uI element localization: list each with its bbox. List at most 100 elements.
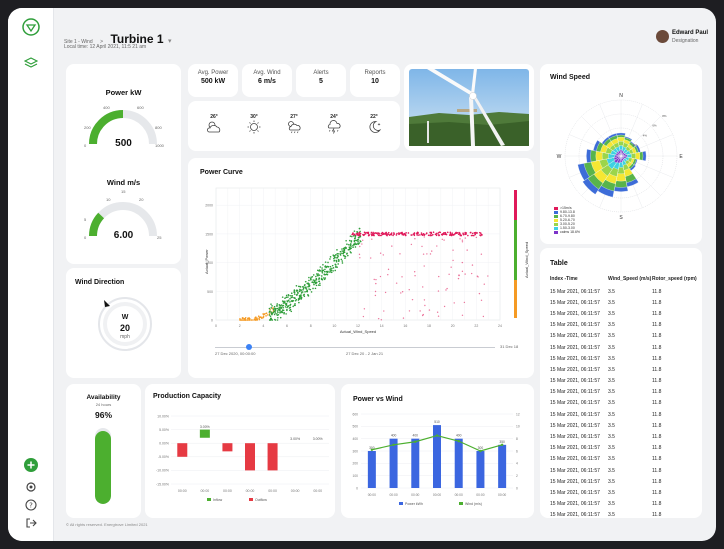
table-row[interactable]: 15 Mar 2021, 06:11:57 3.5 11.8 [550, 510, 698, 521]
scatter-point [358, 242, 361, 244]
scatter-point [455, 231, 457, 234]
table-row[interactable]: 15 Mar 2021, 06:11:57 3.5 11.8 [550, 320, 698, 331]
table-cell: 11.8 [652, 456, 662, 463]
table-row[interactable]: 15 Mar 2021, 06:11:57 3.5 11.8 [550, 398, 698, 409]
scatter-point [334, 269, 337, 272]
table-row[interactable]: 15 Mar 2021, 06:11:57 3.5 11.8 [550, 308, 698, 319]
scatter-point [348, 246, 351, 248]
table-row[interactable]: 15 Mar 2021, 06:11:57 3.5 11.8 [550, 487, 698, 498]
scatter-point [430, 232, 433, 235]
scatter-point [310, 291, 313, 293]
scatter-point [244, 319, 247, 321]
user-name[interactable]: Edward Paul [672, 30, 708, 36]
table-cell: 15 Mar 2021, 06:11:57 [550, 344, 600, 351]
scatter-point [476, 231, 478, 234]
scatter-point [463, 301, 466, 304]
scatter-point [268, 314, 271, 316]
scatter-point [294, 299, 297, 302]
logout-icon[interactable] [22, 514, 40, 532]
x-tick-label: 00:00 [178, 489, 187, 493]
scatter-point [479, 234, 482, 237]
table-row[interactable]: 15 Mar 2021, 06:11:57 3.5 11.8 [550, 454, 698, 465]
scatter-point [313, 281, 316, 283]
table-cell: 15 Mar 2021, 06:11:57 [550, 355, 600, 362]
scatter-point [274, 318, 276, 321]
scatter-point [373, 234, 375, 237]
table-row[interactable]: 15 Mar 2021, 06:11:57 3.5 11.8 [550, 364, 698, 375]
table-row[interactable]: 15 Mar 2021, 06:11:57 3.5 11.8 [550, 431, 698, 442]
column-header[interactable]: Wind_Speed (m/s) [608, 276, 652, 286]
range-slider-track[interactable] [215, 347, 495, 348]
table-row[interactable]: 15 Mar 2021, 06:11:57 3.5 11.8 [550, 476, 698, 487]
chevron-down-icon[interactable]: ▾ [168, 38, 172, 45]
rose-ring-label: 8% [662, 114, 667, 118]
scatter-point [359, 240, 361, 242]
scatter-point [261, 317, 263, 320]
scatter-point [352, 244, 354, 247]
scatter-point [317, 273, 319, 275]
scatter-point [312, 274, 315, 276]
y-tick-label: 10.00% [157, 414, 169, 418]
table-row[interactable]: 15 Mar 2021, 06:11:57 3.5 11.8 [550, 353, 698, 364]
table-row[interactable]: 15 Mar 2021, 06:11:57 3.5 11.8 [550, 443, 698, 454]
scatter-point [346, 252, 348, 255]
x-tick-label: 6 [286, 324, 288, 328]
scatter-point [282, 304, 285, 307]
table-row[interactable]: 15 Mar 2021, 06:11:57 3.5 11.8 [550, 420, 698, 431]
logo-icon[interactable] [22, 18, 40, 36]
y2-tick-label: 4 [516, 462, 518, 466]
table-row[interactable]: 15 Mar 2021, 06:11:57 3.5 11.8 [550, 342, 698, 353]
rose-direction-label: S [619, 215, 623, 221]
stat-alerts[interactable]: Alerts 5 [296, 64, 346, 97]
table-row[interactable]: 15 Mar 2021, 06:11:57 3.5 11.8 [550, 465, 698, 476]
table-cell: 3.5 [608, 378, 615, 385]
table-cell: 3.5 [608, 512, 615, 519]
legend-item: calms 18.6% [554, 230, 580, 234]
table-row[interactable]: 15 Mar 2021, 06:11:57 3.5 11.8 [550, 286, 698, 297]
scatter-point [305, 288, 308, 290]
add-icon[interactable] [22, 456, 40, 474]
scatter-point [289, 308, 292, 311]
table-cell: 11.8 [652, 378, 662, 385]
scatter-point [438, 231, 441, 234]
avatar[interactable] [656, 30, 669, 43]
table-row[interactable]: 15 Mar 2021, 06:11:57 3.5 11.8 [550, 331, 698, 342]
scatter-point [362, 234, 365, 236]
local-time: Local time: 12 April 2021, 11:5 21 am [64, 44, 147, 50]
scatter-point [287, 299, 290, 302]
scatter-point [259, 316, 262, 318]
table-row[interactable]: 15 Mar 2021, 06:11:57 3.5 11.8 [550, 499, 698, 510]
power-tick-4: 800 [155, 125, 162, 130]
stat-reports[interactable]: Reports 10 [350, 64, 400, 97]
range-slider-handle[interactable] [246, 344, 252, 350]
table-row[interactable]: 15 Mar 2021, 06:11:57 3.5 11.8 [550, 297, 698, 308]
settings-icon[interactable] [22, 478, 40, 496]
stat-avg-power[interactable]: Avg. Power 500 kW [188, 64, 238, 97]
stat-avg-wind[interactable]: Avg. Wind 6 m/s [242, 64, 292, 97]
power-curve-card: Power Curve 0 2 4 6 8 10 12 14 16 18 20 22 24 0 500 100… [188, 158, 534, 378]
scatter-point [350, 243, 352, 245]
scatter-point [332, 270, 334, 272]
stat-value: 6 m/s [258, 78, 276, 85]
table-row[interactable]: 15 Mar 2021, 06:11:57 3.5 11.8 [550, 376, 698, 387]
scatter-point [436, 245, 438, 247]
layers-icon[interactable] [22, 54, 40, 72]
table-cell: 15 Mar 2021, 06:11:57 [550, 422, 600, 429]
scatter-point [265, 312, 267, 315]
scatter-point [299, 285, 301, 288]
partly-cloudy-icon [207, 121, 221, 132]
y-tick-label: 0 [356, 486, 358, 490]
column-header[interactable]: Rotor_speed (rpm) [652, 276, 698, 286]
scatter-point [448, 234, 451, 236]
scatter-point [341, 252, 343, 255]
scatter-point [380, 232, 383, 235]
wind-point [392, 443, 395, 447]
help-icon[interactable]: ? [22, 496, 40, 514]
scatter-point [318, 274, 321, 276]
availability-subtitle: 24 hours [95, 402, 112, 407]
y2-tick-label: 2 [516, 474, 518, 478]
column-header[interactable]: Index -Time [550, 276, 608, 286]
table-row[interactable]: 15 Mar 2021, 06:11:57 3.5 11.8 [550, 409, 698, 420]
table-row[interactable]: 15 Mar 2021, 06:11:57 3.5 11.8 [550, 387, 698, 398]
scatter-point [280, 311, 283, 313]
